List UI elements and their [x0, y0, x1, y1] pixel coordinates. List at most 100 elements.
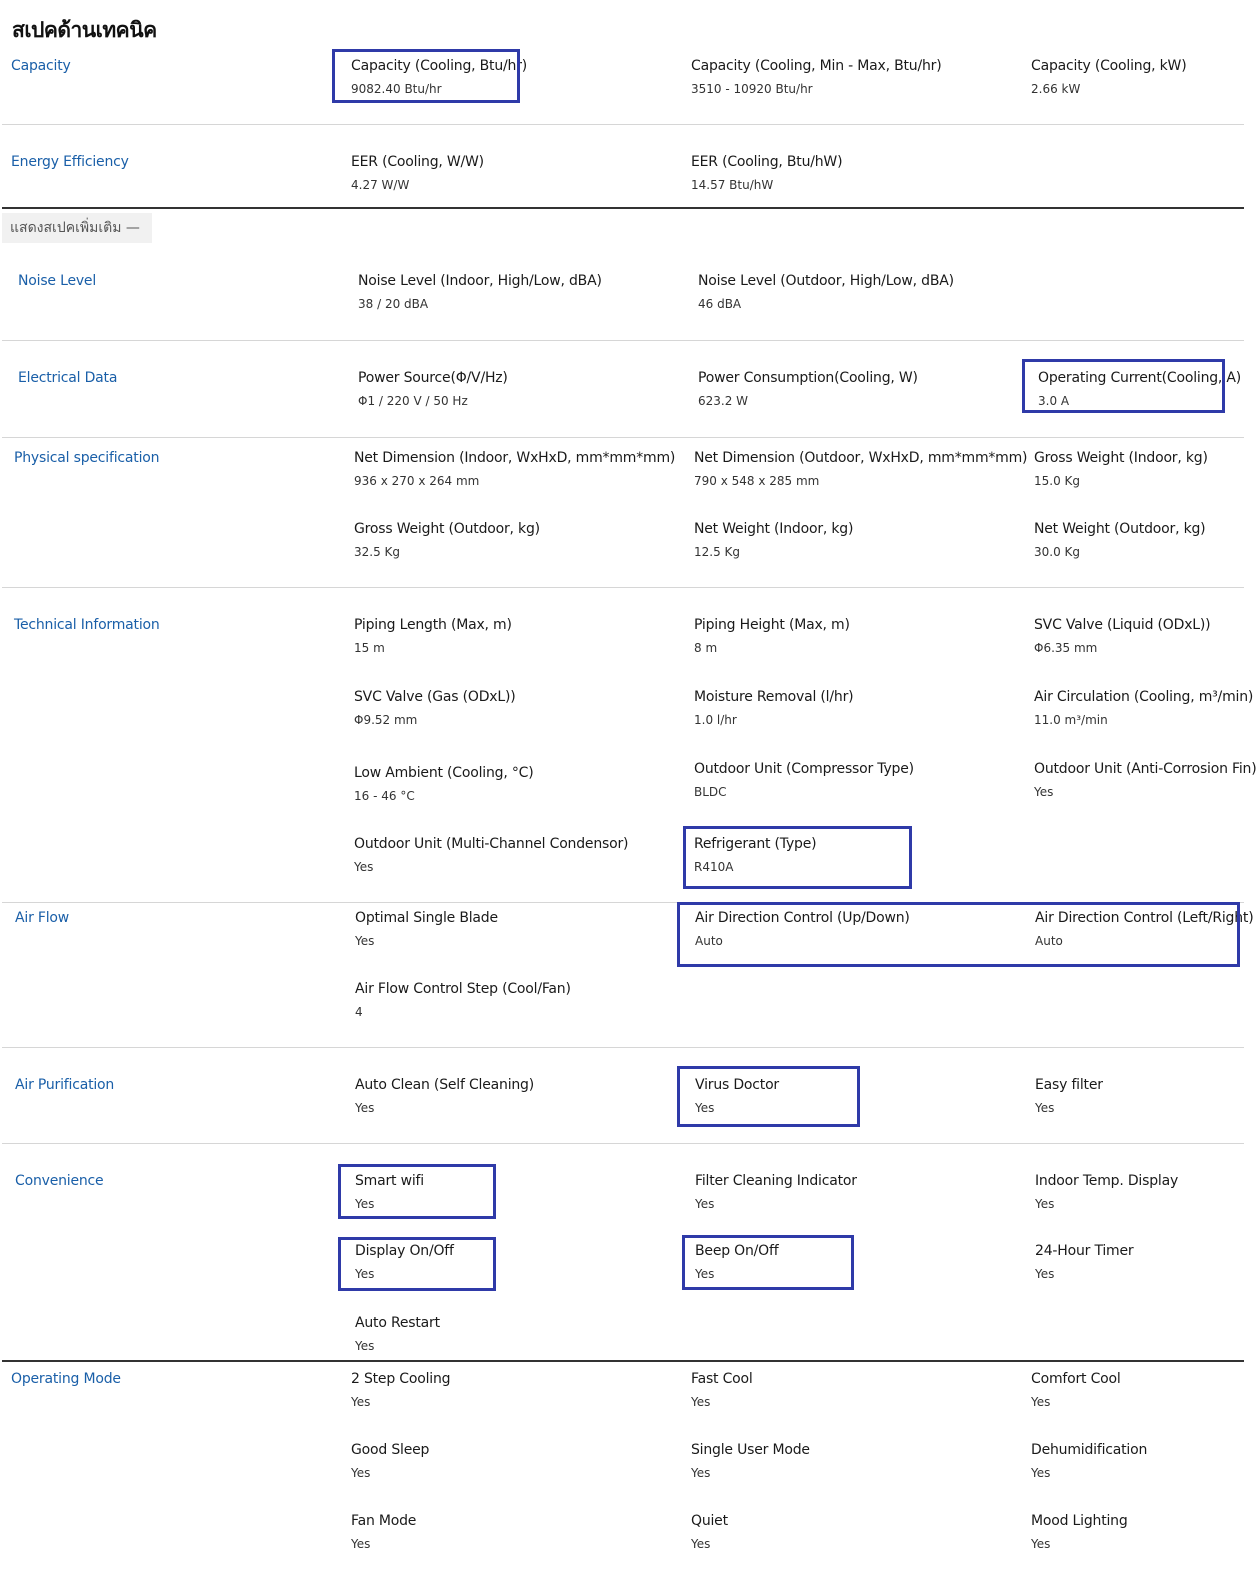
spec-noise-indoor: Noise Level (Indoor, High/Low, dBA) 38 / … [358, 273, 602, 311]
spec-gross-weight-outdoor: Gross Weight (Outdoor, kg) 32.5 Kg [354, 521, 540, 559]
spec-label: Easy filter [1035, 1077, 1103, 1093]
spec-label: Auto Restart [355, 1315, 440, 1331]
spec-value: Yes [691, 1395, 711, 1409]
spec-value: Yes [695, 1197, 715, 1211]
spec-auto-clean: Auto Clean (Self Cleaning) Yes [355, 1077, 534, 1115]
spec-label: Indoor Temp. Display [1035, 1173, 1179, 1189]
spec-label: SVC Valve (Gas (ODxL)) [354, 689, 516, 705]
spec-net-dimension-indoor: Net Dimension (Indoor, WxHxD, mm*mm*mm) 9… [354, 450, 675, 488]
spec-net-weight-outdoor: Net Weight (Outdoor, kg) 30.0 Kg [1034, 521, 1206, 559]
section-label-air-flow: Air Flow [15, 910, 70, 926]
spec-value: 46 dBA [698, 297, 742, 311]
spec-label: Outdoor Unit (Anti-Corrosion Fin) [1034, 761, 1257, 777]
spec-value: Yes [355, 1101, 375, 1115]
spec-value: 936 x 270 x 264 mm [354, 474, 480, 488]
spec-value: 790 x 548 x 285 mm [694, 474, 820, 488]
spec-label: Gross Weight (Indoor, kg) [1034, 450, 1208, 466]
divider [2, 1360, 1244, 1362]
spec-piping-length: Piping Length (Max, m) 15 m [354, 617, 512, 655]
spec-indoor-temp-display: Indoor Temp. Display Yes [1035, 1173, 1178, 1211]
spec-eer-ww: EER (Cooling, W/W) 4.27 W/W [351, 154, 484, 192]
spec-fast-cool: Fast Cool Yes [691, 1371, 753, 1409]
spec-comfort-cool: Comfort Cool Yes [1031, 1371, 1121, 1409]
spec-value: Yes [691, 1466, 711, 1480]
spec-label: Piping Length (Max, m) [354, 617, 512, 633]
spec-label: Net Weight (Indoor, kg) [694, 521, 854, 537]
spec-value: 15.0 Kg [1034, 474, 1081, 488]
spec-label: Net Weight (Outdoor, kg) [1034, 521, 1206, 537]
spec-compressor-type: Outdoor Unit (Compressor Type) BLDC [694, 761, 914, 799]
spec-value: Φ9.52 mm [354, 713, 418, 727]
spec-value: 12.5 Kg [694, 545, 741, 559]
spec-value: 1.0 l/hr [694, 713, 737, 727]
spec-net-weight-indoor: Net Weight (Indoor, kg) 12.5 Kg [694, 521, 853, 559]
spec-power-source: Power Source(Φ/V/Hz) Φ1 / 220 V / 50 Hz [358, 370, 508, 408]
spec-value: 3510 - 10920 Btu/hr [691, 82, 813, 96]
spec-value: 4 [355, 1005, 363, 1019]
spec-air-circulation: Air Circulation (Cooling, m³/min) 11.0 m³… [1034, 689, 1253, 727]
spec-value: Φ6.35 mm [1034, 641, 1098, 655]
spec-label: 24-Hour Timer [1035, 1243, 1134, 1259]
section-label-capacity: Capacity [11, 58, 71, 74]
spec-fan-mode: Fan Mode Yes [351, 1513, 416, 1551]
spec-optimal-single-blade: Optimal Single Blade Yes [355, 910, 498, 948]
divider [2, 340, 1244, 341]
spec-noise-outdoor: Noise Level (Outdoor, High/Low, dBA) 46 d… [698, 273, 954, 311]
spec-label: Gross Weight (Outdoor, kg) [354, 521, 540, 537]
spec-value: Yes [1034, 785, 1054, 799]
spec-label: Air Circulation (Cooling, m³/min) [1034, 689, 1254, 705]
spec-label: Net Dimension (Outdoor, WxHxD, mm*mm*mm) [694, 450, 1028, 466]
section-label-electrical-data: Electrical Data [18, 370, 118, 386]
spec-label: Fast Cool [691, 1371, 753, 1387]
spec-value: 2.66 kW [1031, 82, 1081, 96]
spec-value: 16 - 46 °C [354, 789, 415, 803]
section-label-energy-efficiency: Energy Efficiency [11, 154, 129, 170]
spec-value: 30.0 Kg [1034, 545, 1081, 559]
highlight-box [677, 1066, 860, 1127]
spec-24-hour-timer: 24-Hour Timer Yes [1035, 1243, 1134, 1281]
spec-label: Optimal Single Blade [355, 910, 498, 926]
spec-label: Good Sleep [351, 1442, 430, 1458]
highlight-box [332, 49, 520, 103]
spec-value: Yes [1031, 1537, 1051, 1551]
spec-label: SVC Valve (Liquid (ODxL)) [1034, 617, 1211, 633]
section-label-noise-level: Noise Level [18, 273, 97, 289]
spec-value: Yes [355, 1339, 375, 1353]
spec-net-dimension-outdoor: Net Dimension (Outdoor, WxHxD, mm*mm*mm)… [694, 450, 1028, 488]
spec-value: Yes [351, 1466, 371, 1480]
spec-label: Auto Clean (Self Cleaning) [355, 1077, 535, 1093]
spec-label: Capacity (Cooling, Min - Max, Btu/hr) [691, 58, 942, 74]
spec-label: Piping Height (Max, m) [694, 617, 850, 633]
spec-svc-valve-gas: SVC Valve (Gas (ODxL)) Φ9.52 mm [354, 689, 516, 727]
spec-label: Comfort Cool [1031, 1371, 1121, 1387]
spec-label: Quiet [691, 1513, 728, 1529]
highlight-box [1022, 359, 1225, 413]
spec-label: Net Dimension (Indoor, WxHxD, mm*mm*mm) [354, 450, 676, 466]
spec-power-consumption: Power Consumption(Cooling, W) 623.2 W [698, 370, 918, 408]
spec-2-step-cooling: 2 Step Cooling Yes [351, 1371, 451, 1409]
spec-label: Mood Lighting [1031, 1513, 1128, 1529]
spec-label: EER (Cooling, W/W) [351, 154, 484, 170]
spec-value: Yes [691, 1537, 711, 1551]
spec-value: 4.27 W/W [351, 178, 410, 192]
spec-svc-valve-liquid: SVC Valve (Liquid (ODxL)) Φ6.35 mm [1034, 617, 1211, 655]
spec-value: 8 m [694, 641, 718, 655]
spec-air-flow-control-step: Air Flow Control Step (Cool/Fan) 4 [355, 981, 571, 1019]
spec-good-sleep: Good Sleep Yes [351, 1442, 429, 1480]
spec-value: Yes [355, 934, 375, 948]
spec-value: 11.0 m³/min [1034, 713, 1108, 727]
section-label-air-purification: Air Purification [15, 1077, 115, 1093]
spec-gross-weight-indoor: Gross Weight (Indoor, kg) 15.0 Kg [1034, 450, 1208, 488]
spec-value: Φ1 / 220 V / 50 Hz [358, 394, 468, 408]
spec-label: Outdoor Unit (Compressor Type) [694, 761, 914, 777]
spec-mood-lighting: Mood Lighting Yes [1031, 1513, 1128, 1551]
minus-icon: — [125, 220, 140, 236]
spec-filter-cleaning-indicator: Filter Cleaning Indicator Yes [695, 1173, 857, 1211]
spec-label: Filter Cleaning Indicator [695, 1173, 857, 1189]
spec-label: Capacity (Cooling, kW) [1031, 58, 1187, 74]
spec-label: 2 Step Cooling [351, 1371, 451, 1387]
spec-easy-filter: Easy filter Yes [1035, 1077, 1103, 1115]
spec-value: Yes [1031, 1466, 1051, 1480]
show-more-specs-button[interactable]: แสดงสเปคเพิ่มเติม — [2, 213, 152, 243]
section-label-physical-specification: Physical specification [14, 450, 160, 466]
